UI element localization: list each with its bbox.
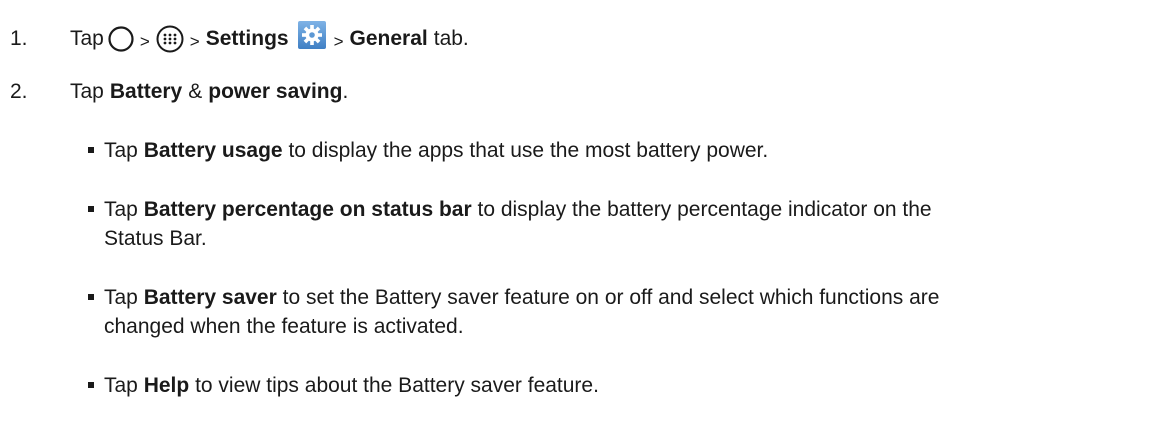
list-item: Tap Battery percentage on status bar to …: [88, 195, 1168, 253]
bullet-icon: [88, 294, 94, 300]
separator: >: [139, 32, 150, 51]
bullet-tap: Tap: [104, 198, 138, 221]
list-item: Tap Help to view tips about the Battery …: [88, 371, 1168, 400]
bullet-description: to set the Battery saver feature on or o…: [282, 286, 940, 309]
bullet-icon: [88, 147, 94, 153]
bullet-description: to display the battery percentage indica…: [477, 198, 932, 221]
settings-label: Settings: [205, 27, 289, 50]
battery-usage-label: Battery usage: [143, 139, 283, 162]
settings-gear-icon: [297, 20, 327, 50]
tab-text: tab.: [433, 27, 469, 50]
bullet-icon: [88, 382, 94, 388]
list-item: Tap Battery saver to set the Battery sav…: [88, 283, 1168, 341]
step-number: 2.: [10, 80, 28, 103]
step-tap-text: Tap: [70, 27, 104, 50]
help-label: Help: [143, 374, 190, 397]
power-saving-label: power saving: [208, 80, 343, 103]
ampersand: &: [188, 80, 203, 103]
bullet-tap: Tap: [104, 286, 138, 309]
bullet-tap: Tap: [104, 139, 138, 162]
document-page: 1. Tap > > Settings > General tab. 2. Ta…: [0, 0, 1175, 429]
general-label: General: [349, 27, 428, 50]
list-item: Tap Battery usage to display the apps th…: [88, 136, 1168, 165]
step-1: 1. Tap > > Settings > General tab.: [10, 20, 469, 56]
separator: >: [189, 32, 200, 51]
bullet-tap: Tap: [104, 374, 138, 397]
period: .: [342, 80, 349, 103]
battery-percentage-label: Battery percentage on status bar: [143, 198, 472, 221]
separator: >: [333, 32, 344, 51]
bullet-description-cont: Status Bar.: [104, 227, 207, 250]
step-tap-text: Tap: [70, 80, 104, 103]
apps-icon: [155, 24, 185, 54]
bullet-icon: [88, 206, 94, 212]
bullet-description-cont: changed when the feature is activated.: [104, 315, 464, 338]
home-circle-icon: [107, 25, 135, 53]
step-2: 2. Tap Battery & power saving .: [10, 78, 348, 106]
step-number: 1.: [10, 27, 28, 50]
bullet-description: to display the apps that use the most ba…: [288, 139, 769, 162]
bullet-description: to view tips about the Battery saver fea…: [195, 374, 599, 397]
battery-saver-label: Battery saver: [143, 286, 277, 309]
battery-label: Battery: [109, 80, 183, 103]
